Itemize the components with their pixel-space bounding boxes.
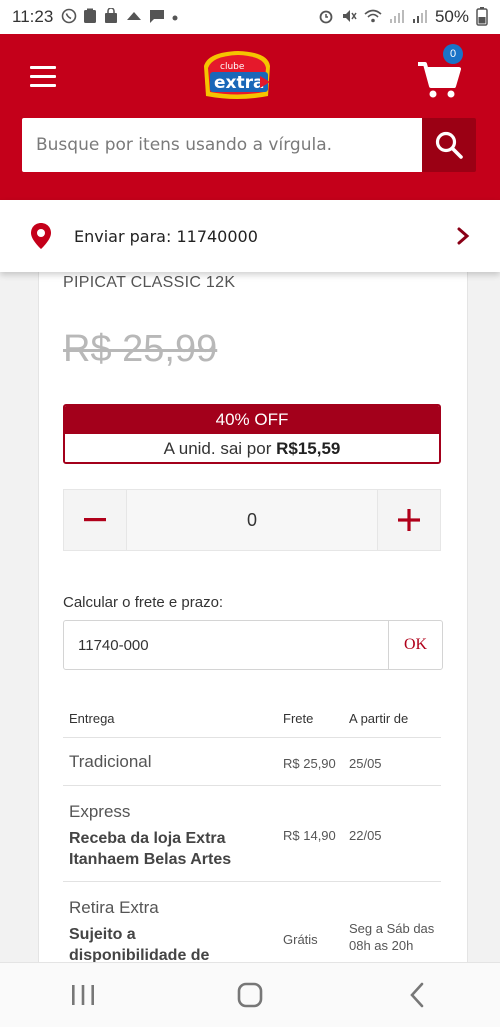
shop-icon: [103, 6, 119, 27]
chevron-right-icon: [457, 227, 470, 245]
quantity-stepper: 0: [63, 489, 441, 551]
cep-ok-button[interactable]: OK: [388, 621, 442, 669]
location-pin-icon: [31, 223, 51, 249]
shipping-row[interactable]: Tradicional R$ 25,90 25/05: [63, 738, 441, 786]
shipping-table: Entrega Frete A partir de Tradicional R$…: [63, 700, 441, 972]
unit-price: R$15,59: [276, 439, 341, 458]
cep-input[interactable]: [64, 621, 388, 669]
column-header-frete: Frete: [283, 711, 314, 726]
shipping-price: R$ 25,90: [283, 756, 336, 771]
clube-extra-logo[interactable]: clube extra: [198, 46, 276, 104]
decrease-quantity-button[interactable]: [64, 490, 126, 550]
unit-price-line: A unid. sai por R$15,59: [65, 434, 439, 462]
mute-icon: [341, 8, 357, 27]
plus-icon: [398, 509, 420, 531]
freight-label: Calcular o frete e prazo:: [63, 594, 224, 611]
battery-icon: [476, 6, 488, 29]
shipping-date: Seg a Sáb das 08h as 20h: [349, 921, 435, 953]
dot-icon: [171, 9, 179, 25]
old-price: R$ 25,99: [63, 328, 218, 370]
signal-icon: [389, 9, 405, 26]
delivery-location-bar[interactable]: Enviar para: 11740000: [0, 200, 500, 272]
delivery-label: Enviar para: 11740000: [74, 226, 258, 246]
shipping-price: R$ 14,90: [283, 828, 336, 843]
column-header-entrega: Entrega: [69, 711, 115, 726]
shipping-date: 22/05: [349, 828, 382, 843]
shipping-date: 25/05: [349, 756, 382, 771]
shipping-row[interactable]: Retira Extra Sujeito a disponibilidade d…: [63, 882, 441, 972]
status-bar: 11:23 50%: [0, 0, 500, 34]
discount-box: 40% OFF A unid. sai por R$15,59: [63, 404, 441, 464]
unit-price-text: A unid. sai por: [163, 439, 277, 458]
home-button[interactable]: [220, 975, 280, 1015]
quantity-value[interactable]: 0: [126, 490, 378, 550]
search-bar: [22, 118, 476, 172]
battery-level: 50%: [434, 7, 469, 26]
back-button[interactable]: [387, 975, 447, 1015]
svg-text:extra: extra: [214, 73, 264, 93]
search-icon: [435, 131, 463, 159]
shipping-detail: Sujeito a disponibilidade de: [69, 926, 210, 964]
product-name: PIPICAT CLASSIC 12K: [63, 274, 236, 291]
whatsapp-icon: [61, 8, 77, 27]
shipping-row[interactable]: Express Receba da loja Extra Itanhaem Be…: [63, 786, 441, 882]
status-time: 11:23: [12, 7, 54, 26]
cloud-icon: [125, 9, 143, 26]
back-icon: [409, 982, 423, 1008]
discount-badge: 40% OFF: [65, 406, 439, 434]
search-button[interactable]: [422, 118, 476, 172]
wifi-icon: [364, 9, 382, 26]
cart-count-badge: 0: [443, 44, 463, 64]
shipping-table-header: Entrega Frete A partir de: [63, 700, 441, 738]
shipping-type: Tradicional: [69, 752, 152, 771]
recent-apps-icon: [72, 985, 95, 1005]
increase-quantity-button[interactable]: [378, 490, 440, 550]
alarm-icon: [318, 8, 334, 27]
clipboard-icon: [83, 8, 97, 27]
product-card: PIPICAT CLASSIC 12K R$ 25,99 40% OFF A u…: [38, 262, 468, 964]
shipping-price: Grátis: [283, 932, 318, 947]
svg-text:clube: clube: [220, 62, 245, 72]
chat-icon: [149, 8, 165, 27]
android-nav-bar: [0, 962, 500, 1027]
system-icons: 50%: [318, 6, 488, 29]
recent-apps-button[interactable]: [53, 975, 113, 1015]
home-icon: [237, 982, 263, 1008]
shipping-type: Express: [69, 802, 131, 821]
cep-form: OK: [63, 620, 443, 670]
signal-icon: [412, 9, 428, 26]
shipping-detail: Receba da loja Extra Itanhaem Belas Arte…: [69, 830, 232, 868]
column-header-a-partir-de: A partir de: [349, 711, 409, 726]
search-input[interactable]: [22, 118, 422, 172]
shipping-type: Retira Extra: [69, 898, 159, 917]
hamburger-menu-icon[interactable]: [30, 66, 56, 88]
app-header: clube extra 0: [0, 34, 500, 200]
minus-icon: [84, 518, 106, 522]
notification-icons: [61, 6, 179, 27]
